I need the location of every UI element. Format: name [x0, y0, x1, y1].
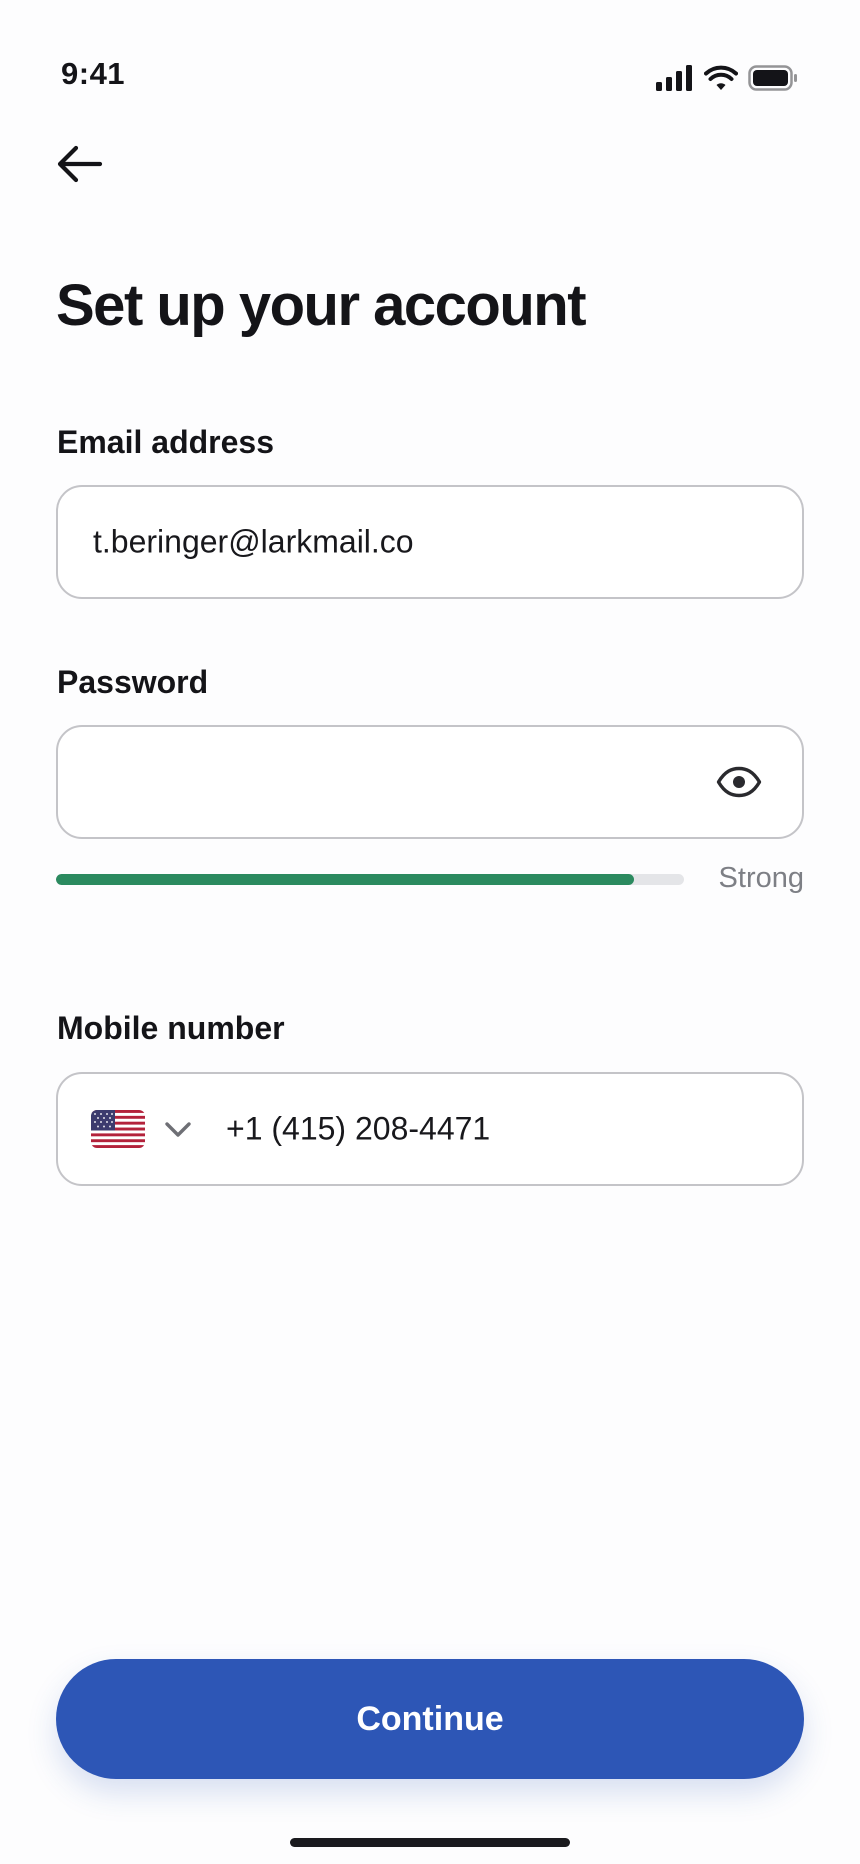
mobile-number-field[interactable]: +1 (415) 208-4471 [56, 1072, 804, 1186]
password-strength-label: Strong [718, 862, 804, 894]
mobile-label: Mobile number [57, 1010, 285, 1046]
password-label: Password [57, 664, 209, 700]
continue-button[interactable]: Continue [56, 1659, 804, 1779]
battery-icon [748, 65, 797, 91]
email-value: t.beringer@larkmail.co [93, 523, 414, 560]
email-field[interactable]: t.beringer@larkmail.co [56, 485, 804, 599]
status-icons [656, 64, 798, 92]
status-time: 9:41 [61, 56, 126, 91]
country-code-select[interactable] [86, 1074, 216, 1184]
password-visibility-toggle[interactable] [714, 762, 764, 802]
password-field[interactable] [56, 725, 804, 839]
home-indicator [290, 1838, 570, 1847]
arrow-left-icon [57, 145, 103, 183]
status-bar: 9:41 [0, 0, 860, 110]
email-label: Email address [57, 424, 274, 460]
back-button[interactable] [50, 138, 110, 190]
cellular-signal-icon [656, 65, 692, 91]
password-strength-fill [56, 874, 634, 885]
wifi-icon [704, 65, 738, 90]
page-title: Set up your account [56, 273, 587, 338]
us-flag-icon [91, 1110, 145, 1148]
mobile-number-value: +1 (415) 208-4471 [226, 1110, 491, 1147]
password-strength-bar [56, 874, 684, 885]
eye-icon [716, 766, 762, 798]
chevron-down-icon [165, 1122, 191, 1137]
